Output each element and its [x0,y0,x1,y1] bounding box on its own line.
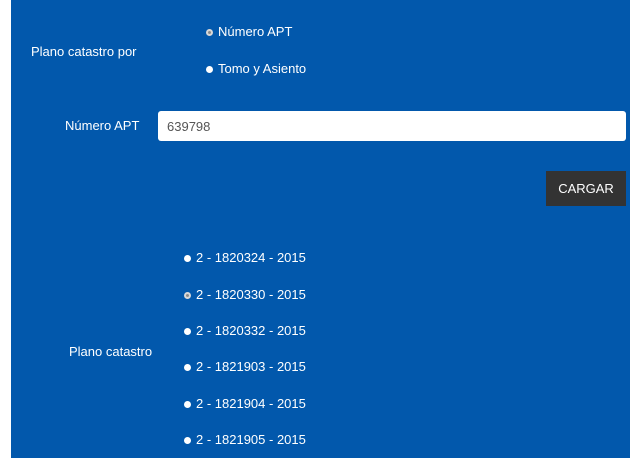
plano-option-label: 2 - 1820324 - 2015 [196,250,306,265]
plano-option-1821903[interactable]: 2 - 1821903 - 2015 [184,359,306,375]
cargar-button[interactable]: CARGAR [546,171,626,206]
radio-option-label: Tomo y Asiento [218,61,307,76]
plano-option-1820330[interactable]: 2 - 1820330 - 2015 [184,287,306,303]
radio-selected-icon[interactable] [206,28,213,36]
plano-option-1820332[interactable]: 2 - 1820332 - 2015 [184,323,306,339]
radio-option-label: Número APT [218,24,293,39]
plano-option-1820324[interactable]: 2 - 1820324 - 2015 [184,250,306,266]
radio-option-numero-apt[interactable]: Número APT [206,24,292,40]
radio-unselected-icon[interactable] [184,254,191,262]
plano-option-label: 2 - 1821903 - 2015 [196,359,306,374]
plano-option-label: 2 - 1820332 - 2015 [196,323,306,338]
apt-number-input[interactable] [158,111,626,141]
radio-unselected-icon[interactable] [184,363,191,371]
radio-unselected-icon[interactable] [184,327,191,335]
form-panel: Plano catastro por Número APT Tomo y Asi… [11,0,630,458]
radio-unselected-icon[interactable] [184,436,191,444]
plano-option-1821905[interactable]: 2 - 1821905 - 2015 [184,432,306,448]
radio-unselected-icon[interactable] [206,65,213,73]
plano-option-1821904[interactable]: 2 - 1821904 - 2015 [184,396,306,412]
plano-option-label: 2 - 1821905 - 2015 [196,432,306,447]
plano-label: Plano catastro [69,344,153,359]
plano-option-label: 2 - 1820330 - 2015 [196,287,306,302]
plano-option-label: 2 - 1821904 - 2015 [196,396,306,411]
radio-selected-icon[interactable] [184,291,191,299]
radio-unselected-icon[interactable] [184,400,191,408]
search-by-label: Plano catastro por [31,44,137,59]
radio-option-tomo-asiento[interactable]: Tomo y Asiento [206,61,306,77]
apt-field-label: Número APT [65,118,140,133]
